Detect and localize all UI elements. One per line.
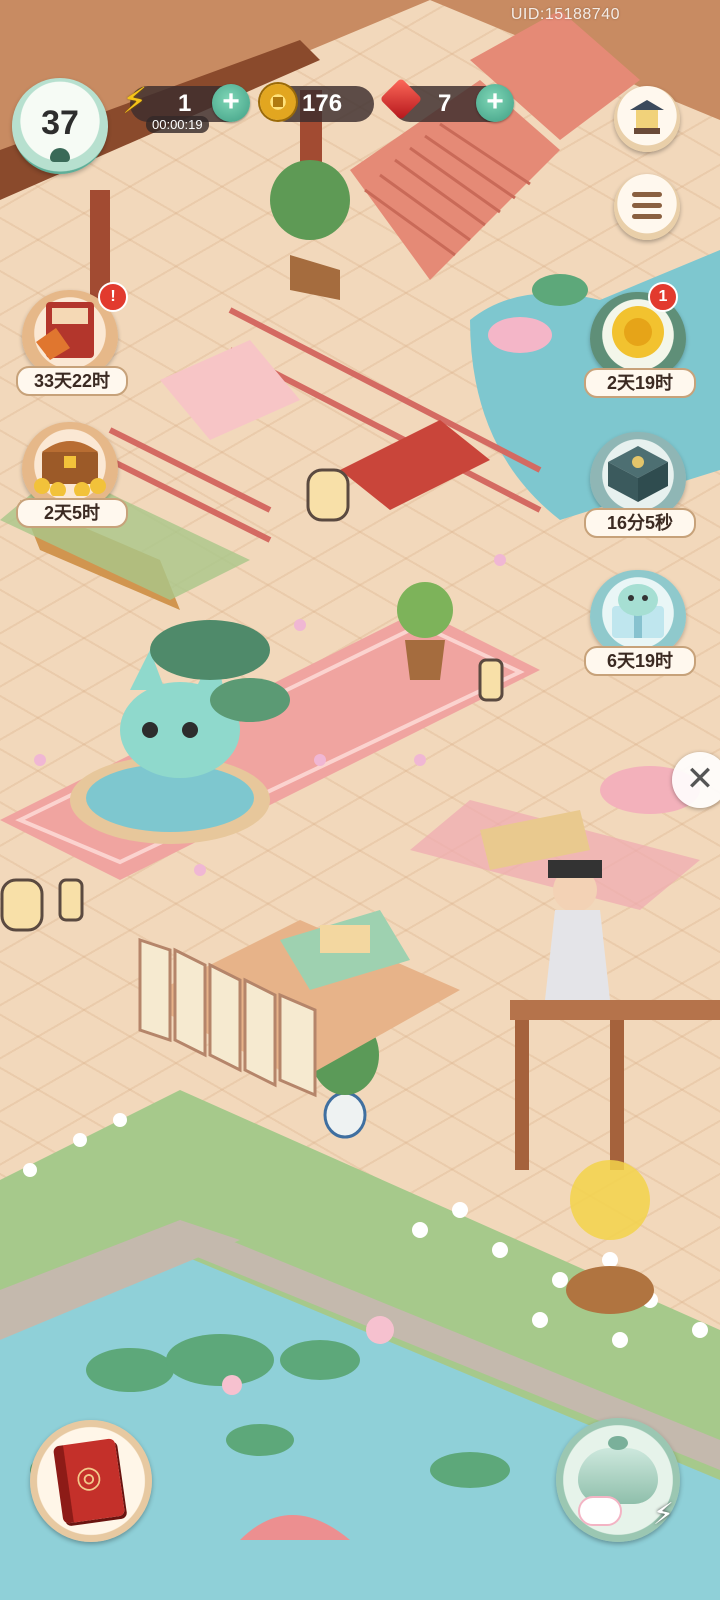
event-countdown: 6天19时 <box>584 646 696 676</box>
user-id: UID:15188740 <box>510 6 620 23</box>
leaf-icon <box>50 148 70 162</box>
coin-value: 176 <box>302 90 343 117</box>
energy-value: 1 <box>178 90 192 117</box>
book-icon <box>52 1438 126 1524</box>
notification-badge: ! <box>98 282 128 312</box>
room-illustration <box>0 0 720 1600</box>
menu-list-button[interactable] <box>614 174 680 240</box>
energy-timer: 00:00:19 <box>146 116 209 133</box>
lightning-icon: ⚡ <box>122 80 148 121</box>
coin-icon <box>260 84 296 120</box>
player-level-badge[interactable]: 37 <box>12 78 108 174</box>
game-scene[interactable] <box>0 0 720 1600</box>
maple-book-icon <box>36 302 94 360</box>
shrine-icon <box>630 100 664 134</box>
cat-gift-icon <box>612 584 664 638</box>
add-gems-button[interactable]: + <box>476 84 514 122</box>
quest-book-button[interactable] <box>30 1420 152 1542</box>
event-countdown: 2天19时 <box>584 368 696 398</box>
jade-box-icon <box>608 446 668 502</box>
player-level: 37 <box>41 104 79 142</box>
event-countdown: 16分5秒 <box>584 508 696 538</box>
teahouse-button[interactable]: ⚡ <box>556 1418 680 1542</box>
swap-icon: ⚡ <box>652 1498 674 1531</box>
add-energy-button[interactable]: + <box>212 84 250 122</box>
treasure-chest-icon <box>34 441 106 496</box>
event-countdown: 2天5时 <box>16 498 128 528</box>
shrine-button[interactable] <box>614 86 680 152</box>
bunny-icon <box>578 1496 622 1526</box>
notification-badge: 1 <box>648 282 678 312</box>
event-countdown: 33天22时 <box>16 366 128 396</box>
close-icon[interactable]: ✕ <box>672 752 720 808</box>
list-menu-icon <box>632 192 662 225</box>
gem-value: 7 <box>438 90 452 117</box>
